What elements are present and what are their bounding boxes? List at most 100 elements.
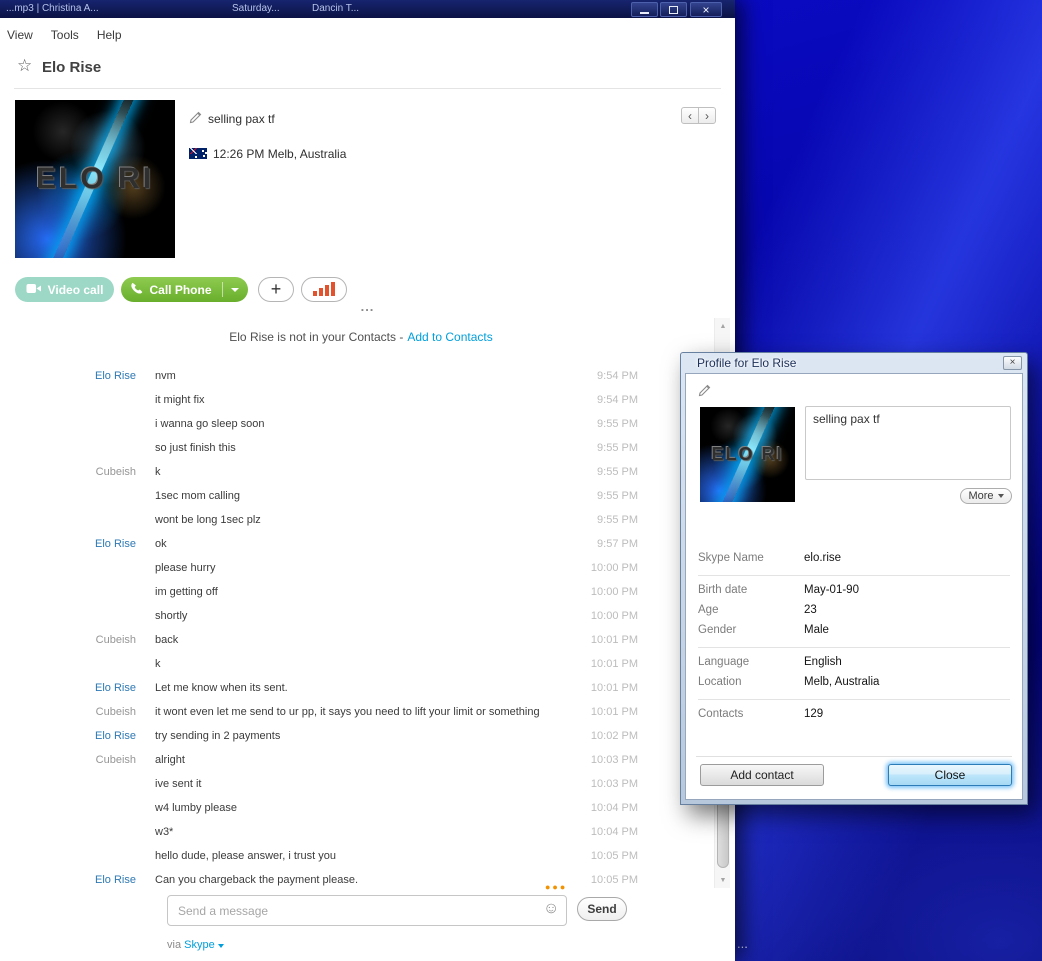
message-text: wont be long 1sec plz: [155, 514, 261, 526]
menu-tools[interactable]: Tools: [51, 28, 79, 42]
message-time: 10:00 PM: [590, 586, 638, 598]
profile-field-row: Gender Male: [698, 620, 1010, 640]
close-icon: ×: [702, 2, 710, 17]
message-row: im getting off 10:00 PM: [0, 580, 638, 604]
message-text: back: [155, 634, 179, 646]
maximize-button[interactable]: [660, 2, 687, 17]
message-row: Cubeish back 10:01 PM: [0, 628, 638, 652]
emoticon-icon[interactable]: ☺: [543, 900, 559, 918]
minimize-button[interactable]: [631, 2, 658, 17]
dialog-close-button[interactable]: ×: [1003, 356, 1022, 370]
favorite-star-icon[interactable]: ☆: [17, 56, 32, 76]
plus-icon: +: [270, 279, 282, 299]
phone-icon: [130, 282, 143, 298]
notice-text: Elo Rise is not in your Contacts -: [229, 330, 404, 344]
add-contact-label: Add contact: [730, 768, 794, 782]
message-list: Elo Rise nvm 9:54 PM it might fix 9:54 PM i w…: [0, 364, 638, 892]
message-time: 10:05 PM: [590, 850, 638, 862]
message-row: Elo Rise try sending in 2 payments 10:02 P…: [0, 724, 638, 748]
message-text: it might fix: [155, 394, 205, 406]
message-text: hello dude, please answer, i trust you: [155, 850, 337, 862]
profile-fields: Skype Name elo.rise Birth date May-01-90 Age…: [686, 544, 1022, 731]
message-text: i wanna go sleep soon: [155, 418, 265, 430]
field-value: 129: [804, 708, 824, 720]
dialog-buttons-divider: [696, 756, 1012, 757]
window-titlebar[interactable]: ...mp3 | Christina A... Saturday... Danc…: [0, 0, 735, 18]
panel-collapse-handle[interactable]: ...: [0, 299, 735, 314]
message-text: nvm: [155, 370, 176, 382]
message-row: hello dude, please answer, i trust you 10…: [0, 844, 638, 868]
titlebar-text-fragment: Dancin T...: [312, 3, 360, 14]
scroll-up-arrow[interactable]: ▲: [715, 318, 731, 334]
message-row: Elo Rise Let me know when its sent. 10:01 …: [0, 676, 638, 700]
chevron-down-icon: [997, 494, 1004, 498]
message-row: w4 lumby please 10:04 PM: [0, 796, 638, 820]
more-button[interactable]: More: [960, 488, 1012, 504]
field-value: elo.rise: [804, 552, 842, 564]
close-button[interactable]: ×: [690, 2, 722, 17]
message-text: Can you chargeback the payment please.: [155, 874, 359, 886]
send-button[interactable]: Send: [577, 897, 627, 921]
profile-field-group: Language English Location Melb, Australia: [698, 648, 1010, 700]
field-label: Language: [698, 656, 750, 668]
message-time: 10:05 PM: [590, 874, 638, 886]
message-sender: Elo Rise: [95, 874, 136, 886]
message-row: wont be long 1sec plz 9:55 PM: [0, 508, 638, 532]
menu-view[interactable]: View: [7, 28, 33, 42]
message-input[interactable]: [167, 895, 567, 926]
previous-arrow-button[interactable]: ‹: [681, 107, 699, 124]
chevron-down-icon[interactable]: [217, 944, 224, 948]
message-row: so just finish this 9:55 PM: [0, 436, 638, 460]
mood-message: selling pax tf: [208, 112, 275, 126]
via-label: via: [167, 939, 182, 951]
message-time: 9:55 PM: [597, 442, 638, 454]
message-text: it wont even let me send to ur pp, it sa…: [155, 706, 540, 718]
message-text: so just finish this: [155, 442, 236, 454]
message-row: i wanna go sleep soon 9:55 PM: [0, 412, 638, 436]
dialog-avatar: ELO RI: [700, 407, 795, 502]
field-label: Age: [698, 604, 719, 616]
video-camera-icon: [26, 283, 42, 297]
message-time: 10:04 PM: [590, 802, 638, 814]
dialog-close-action-button[interactable]: Close: [888, 764, 1012, 786]
message-sender: Elo Rise: [95, 730, 136, 742]
message-time: 9:54 PM: [597, 370, 638, 382]
add-contact-button[interactable]: Add contact: [700, 764, 824, 786]
message-time: 10:03 PM: [590, 754, 638, 766]
message-row: Elo Rise ok 9:57 PM: [0, 532, 638, 556]
add-to-contacts-link[interactable]: Add to Contacts: [407, 330, 492, 344]
chevron-down-icon[interactable]: [230, 287, 239, 292]
message-text: ive sent it: [155, 778, 202, 790]
message-row: Cubeish k 9:55 PM: [0, 460, 638, 484]
contact-name: Elo Rise: [42, 59, 102, 76]
signal-bar-icon: [325, 285, 329, 296]
message-row: it might fix 9:54 PM: [0, 388, 638, 412]
field-label: Skype Name: [698, 552, 764, 564]
call-phone-label: Call Phone: [149, 282, 212, 297]
field-value: Melb, Australia: [804, 676, 880, 688]
message-text: w4 lumby please: [155, 802, 237, 814]
scroll-down-arrow[interactable]: ▼: [715, 872, 731, 888]
dialog-content: ELO RI selling pax tf More Skype Name elo…: [685, 373, 1023, 800]
message-time: 10:00 PM: [590, 562, 638, 574]
message-time: 10:00 PM: [590, 610, 638, 622]
signal-bar-icon: [331, 282, 335, 296]
message-text: 1sec mom calling: [155, 490, 240, 502]
menu-help[interactable]: Help: [97, 28, 122, 42]
pencil-icon: [698, 384, 711, 402]
next-arrow-button[interactable]: ›: [698, 107, 716, 124]
message-row: w3* 10:04 PM: [0, 820, 638, 844]
via-skype-dropdown[interactable]: Skype: [184, 939, 215, 951]
message-sender: Cubeish: [95, 706, 136, 718]
typing-indicator-dots: ●●●: [545, 882, 568, 892]
profile-field-group: Birth date May-01-90 Age 23 Gender Male: [698, 576, 1010, 648]
avatar-text: ELO RI: [35, 162, 154, 195]
message-sender: Cubeish: [95, 466, 136, 478]
titlebar-text-fragment: Saturday...: [232, 3, 280, 14]
dialog-titlebar[interactable]: Profile for Elo Rise ×: [681, 353, 1027, 373]
signal-bar-icon: [319, 288, 323, 296]
field-label: Gender: [698, 624, 737, 636]
message-row: please hurry 10:00 PM: [0, 556, 638, 580]
message-text: k: [155, 466, 161, 478]
message-time: 10:03 PM: [590, 778, 638, 790]
